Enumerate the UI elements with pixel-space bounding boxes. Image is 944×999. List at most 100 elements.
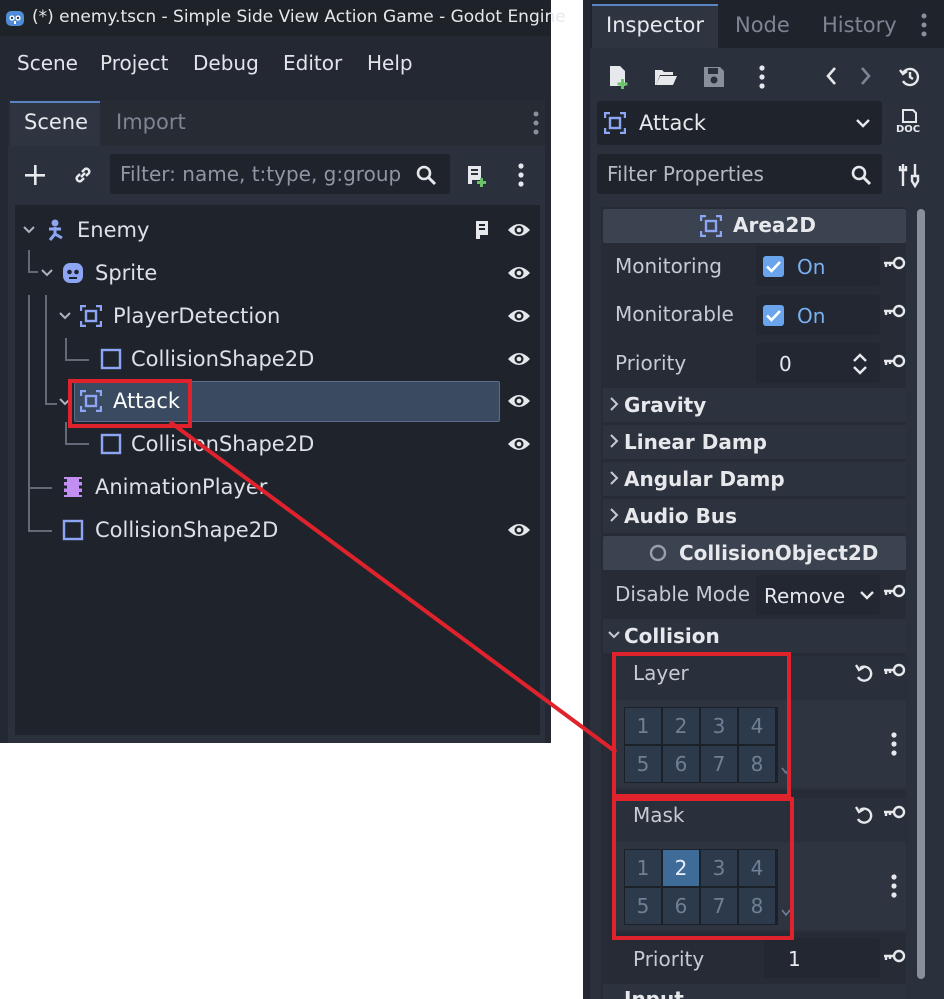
annotation-box-mask xyxy=(612,797,794,940)
menu-debug[interactable]: Debug xyxy=(193,51,259,75)
tab-scene-label: Scene xyxy=(24,110,89,134)
attach-script-icon[interactable] xyxy=(463,162,489,188)
area2d-node-icon xyxy=(80,305,102,327)
collision-priority-field[interactable] xyxy=(764,938,880,978)
area2d-node-icon xyxy=(604,112,626,134)
pin-key-icon[interactable] xyxy=(882,662,906,678)
menu-scene[interactable]: Scene xyxy=(17,51,78,75)
section-title-area2d: Area2D xyxy=(733,213,816,237)
dock-menu-icon[interactable] xyxy=(919,12,929,38)
chevron-right-icon xyxy=(609,433,619,449)
pin-key-icon[interactable] xyxy=(882,353,906,369)
window-title: (*) enemy.tscn - Simple Side View Action… xyxy=(32,7,566,27)
chevron-right-icon xyxy=(609,396,619,412)
visibility-eye-icon[interactable] xyxy=(507,391,531,411)
group-collision[interactable]: Collision xyxy=(624,624,720,648)
tree-guide-line xyxy=(28,295,30,531)
property-label-monitorable: Monitorable xyxy=(615,302,734,326)
add-node-icon[interactable] xyxy=(24,164,46,186)
menu-editor[interactable]: Editor xyxy=(283,51,342,75)
tree-item-sprite[interactable]: Sprite xyxy=(95,261,157,285)
inspector-scrollbar-thumb[interactable] xyxy=(917,209,925,979)
selected-object-name: Attack xyxy=(639,111,707,135)
tree-item-collisionshape2d[interactable]: CollisionShape2D xyxy=(131,432,314,456)
tab-import[interactable]: Import xyxy=(116,110,186,134)
collision-shape-icon xyxy=(100,348,122,370)
tree-guide-line xyxy=(65,338,67,360)
scene-filter-placeholder: Filter: name, t:type, g:group xyxy=(120,162,402,186)
save-icon[interactable] xyxy=(702,65,726,89)
annotation-box-attack xyxy=(68,379,192,428)
mask-menu-icon[interactable] xyxy=(889,873,899,899)
scene-menu-icon[interactable] xyxy=(516,162,526,188)
group-linear-damp[interactable]: Linear Damp xyxy=(624,430,767,454)
area2d-node-icon xyxy=(700,215,722,237)
chevron-down-icon xyxy=(859,589,875,601)
more-options-icon[interactable] xyxy=(757,64,767,90)
spinbox-arrows-icon[interactable] xyxy=(851,351,869,377)
pin-key-icon[interactable] xyxy=(882,583,906,599)
checkbox-checked-icon[interactable] xyxy=(763,256,784,277)
tree-guide-line xyxy=(45,295,47,405)
collapse-arrow-icon[interactable] xyxy=(40,267,54,279)
group-row-input[interactable]: Input xyxy=(603,984,906,999)
property-label-disable-mode: Disable Mode xyxy=(615,582,751,606)
group-input[interactable]: Input xyxy=(624,987,684,999)
recent-history-icon[interactable] xyxy=(898,65,922,89)
tab-node[interactable]: Node xyxy=(735,13,790,37)
tab-history[interactable]: History xyxy=(822,13,897,37)
search-icon xyxy=(850,164,872,186)
menu-help[interactable]: Help xyxy=(367,51,413,75)
visibility-eye-icon[interactable] xyxy=(507,263,531,283)
instance-scene-link-icon[interactable] xyxy=(72,164,94,186)
revert-icon[interactable] xyxy=(853,805,877,827)
disable-mode-value: Remove xyxy=(764,584,846,608)
pin-key-icon[interactable] xyxy=(882,804,906,820)
property-tools-icon[interactable] xyxy=(897,162,921,188)
chevron-right-icon xyxy=(609,470,619,486)
tree-guide-line xyxy=(65,422,67,444)
chevron-down-icon xyxy=(855,117,871,129)
tree-guide-line xyxy=(28,250,30,272)
visibility-eye-icon[interactable] xyxy=(507,306,531,326)
visibility-eye-icon[interactable] xyxy=(507,220,531,240)
pin-key-icon[interactable] xyxy=(882,948,906,964)
script-icon[interactable] xyxy=(472,219,492,241)
group-gravity[interactable]: Gravity xyxy=(624,393,706,417)
pin-key-icon[interactable] xyxy=(882,303,906,319)
layer-menu-icon[interactable] xyxy=(889,731,899,757)
visibility-eye-icon[interactable] xyxy=(507,434,531,454)
visibility-eye-icon[interactable] xyxy=(507,349,531,369)
tree-item-collisionshape2d[interactable]: CollisionShape2D xyxy=(95,518,278,542)
collision-shape-icon xyxy=(100,433,122,455)
tree-guide-line xyxy=(28,487,52,489)
collapse-arrow-icon[interactable] xyxy=(58,310,72,322)
revert-icon[interactable] xyxy=(853,663,877,685)
property-label-collision-priority: Priority xyxy=(633,947,705,971)
sprite-node-icon xyxy=(62,262,84,284)
collapse-arrow-icon[interactable] xyxy=(22,224,36,236)
open-folder-icon[interactable] xyxy=(653,66,679,88)
animation-player-icon xyxy=(62,476,84,498)
group-audio-bus[interactable]: Audio Bus xyxy=(624,504,737,528)
history-forward-icon[interactable] xyxy=(859,66,873,86)
tree-item-enemy[interactable]: Enemy xyxy=(77,218,149,242)
group-angular-damp[interactable]: Angular Damp xyxy=(624,467,785,491)
collision-object-icon xyxy=(648,543,668,563)
godot-logo-icon xyxy=(5,8,25,28)
chevron-down-icon xyxy=(607,630,621,640)
visibility-eye-icon[interactable] xyxy=(507,520,531,540)
pin-key-icon[interactable] xyxy=(882,255,906,271)
tree-guide-line xyxy=(45,403,57,405)
filter-properties-placeholder: Filter Properties xyxy=(607,162,764,186)
history-back-icon[interactable] xyxy=(824,66,838,86)
tree-item-animationplayer[interactable]: AnimationPlayer xyxy=(95,475,267,499)
collision-priority-value: 1 xyxy=(788,947,801,971)
new-resource-icon[interactable] xyxy=(607,64,631,90)
tree-item-playerdetection[interactable]: PlayerDetection xyxy=(113,304,280,328)
dock-menu-icon[interactable] xyxy=(531,110,541,136)
property-label-monitoring: Monitoring xyxy=(615,254,722,278)
checkbox-checked-icon[interactable] xyxy=(763,305,784,326)
menu-project[interactable]: Project xyxy=(100,51,168,75)
tree-item-collisionshape2d[interactable]: CollisionShape2D xyxy=(131,347,314,371)
